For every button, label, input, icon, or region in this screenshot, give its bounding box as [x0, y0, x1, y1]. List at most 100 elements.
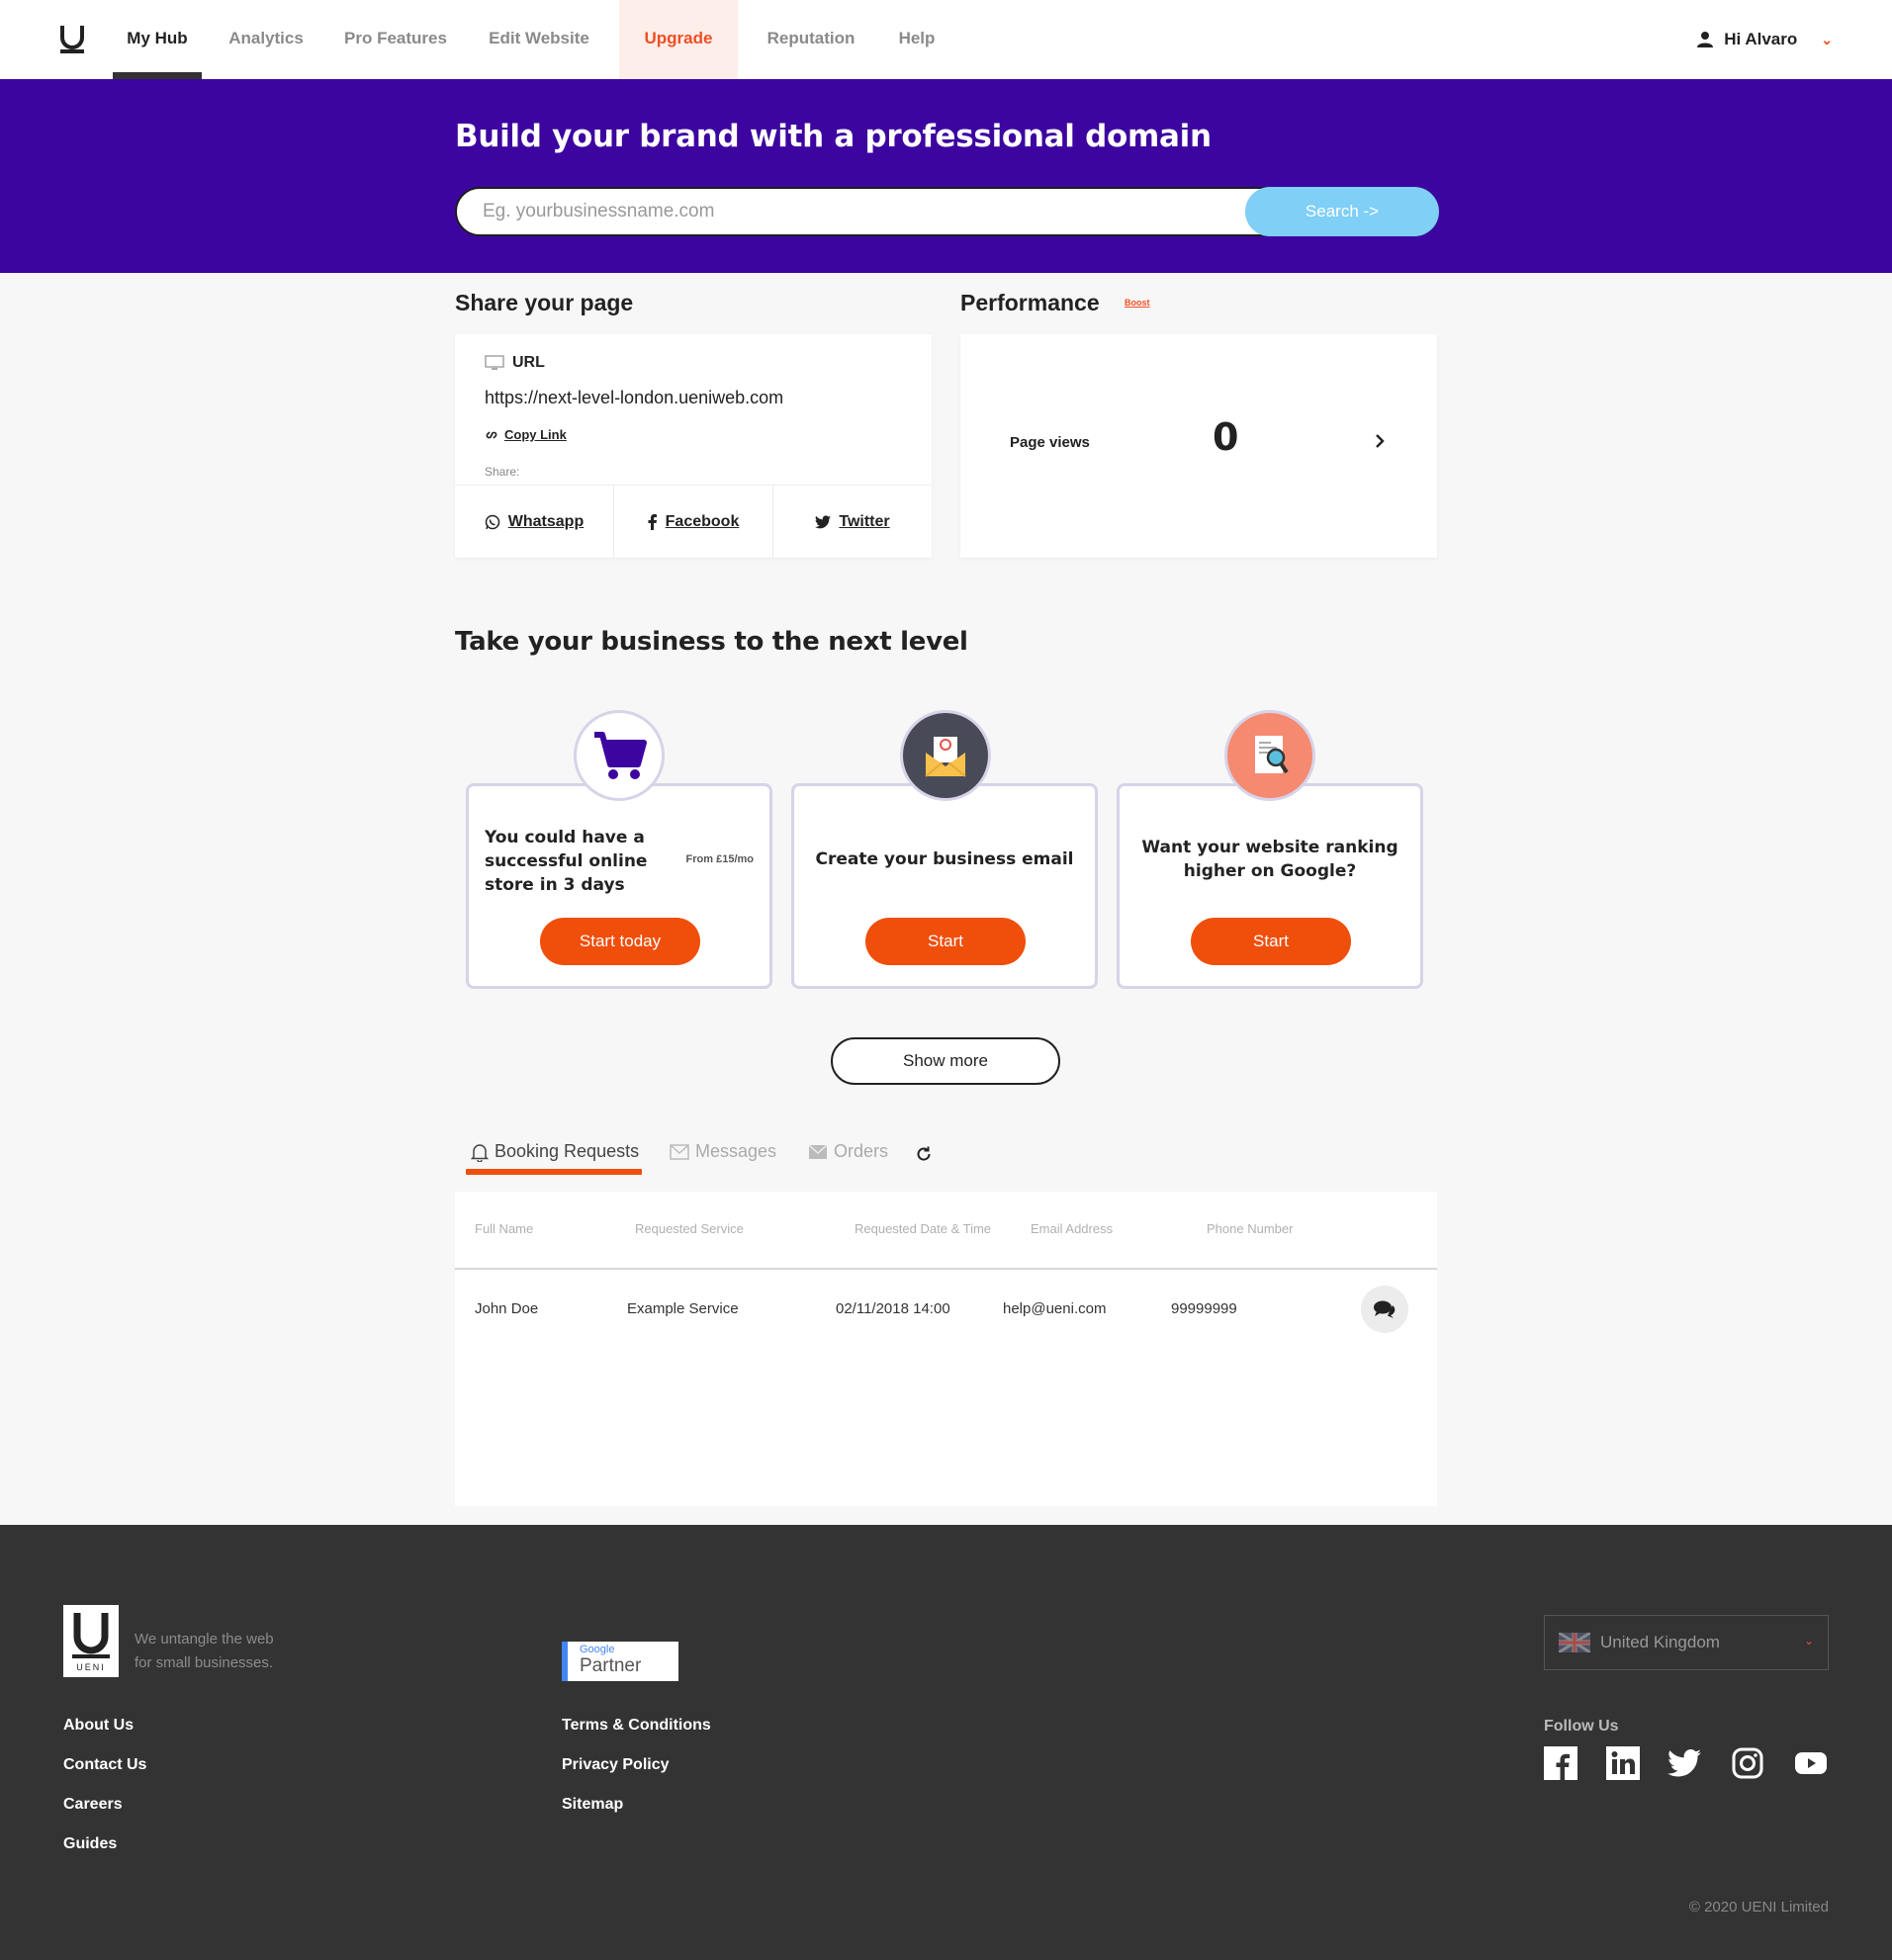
chevron-right-icon[interactable]: [1368, 429, 1392, 453]
uk-flag-icon: [1559, 1633, 1590, 1652]
boost-link[interactable]: Boost: [1125, 298, 1150, 308]
share-whatsapp-button[interactable]: Whatsapp: [455, 486, 614, 558]
monitor-icon: [485, 355, 504, 370]
footer-link-terms[interactable]: Terms & Conditions: [562, 1717, 711, 1735]
twitter-icon: [815, 514, 832, 528]
copyright: © 2020 UENI Limited: [1688, 1899, 1829, 1915]
nav-pro-features[interactable]: Pro Features: [332, 0, 459, 79]
footer-link-sitemap[interactable]: Sitemap: [562, 1796, 623, 1814]
column-header: Phone Number: [1207, 1221, 1294, 1236]
user-icon: [1697, 32, 1714, 47]
nav-reputation[interactable]: Reputation: [756, 0, 866, 79]
promo-text: You could have a successful online store…: [485, 828, 648, 895]
share-label: Share:: [485, 465, 520, 479]
footer-link-guides[interactable]: Guides: [63, 1835, 117, 1853]
show-more-button[interactable]: Show more: [831, 1037, 1060, 1085]
chevron-down-icon: ⌄: [1803, 1634, 1814, 1648]
url-label-row: URL: [485, 354, 545, 372]
chevron-down-icon: ⌄: [1821, 31, 1833, 47]
footer-link-privacy[interactable]: Privacy Policy: [562, 1756, 670, 1774]
tab-booking-label: Booking Requests: [495, 1141, 640, 1161]
footer-link-about[interactable]: About Us: [63, 1717, 134, 1735]
table-divider: [455, 1268, 1437, 1270]
footer-logo-text: UENI: [76, 1662, 106, 1672]
footer: UENI We untangle the web for small busin…: [0, 1525, 1892, 1960]
promo-card-business-email: Create your business email Start: [791, 783, 1098, 989]
footer-tagline: We untangle the web for small businesses…: [135, 1628, 274, 1675]
footer-link-careers[interactable]: Careers: [63, 1796, 123, 1814]
next-level-heading: Take your business to the next level: [455, 627, 968, 657]
email-envelope-icon: [900, 710, 991, 801]
page-views-value: 0: [1213, 415, 1239, 459]
start-today-button[interactable]: Start today: [540, 918, 700, 965]
active-tab-indicator: [466, 1169, 642, 1175]
instagram-icon[interactable]: [1731, 1746, 1764, 1780]
tab-booking-requests[interactable]: Booking Requests: [471, 1141, 639, 1162]
column-header: Full Name: [475, 1221, 534, 1236]
footer-tagline-line: for small businesses.: [135, 1654, 274, 1671]
share-facebook-button[interactable]: Facebook: [614, 486, 773, 558]
nav-upgrade[interactable]: Upgrade: [619, 0, 738, 79]
google-badge-small: Google: [580, 1644, 615, 1655]
share-heading: Share your page: [455, 290, 634, 315]
domain-search-banner: Build your brand with a professional dom…: [0, 79, 1892, 273]
domain-search-button[interactable]: Search ->: [1245, 187, 1439, 236]
column-header: Requested Service: [635, 1221, 744, 1236]
page-url: https://next-level-london.ueniweb.com: [485, 388, 784, 407]
copy-link-button[interactable]: Copy Link: [485, 427, 567, 442]
ueni-logo-icon[interactable]: [59, 24, 85, 53]
start-seo-button[interactable]: Start: [1191, 918, 1351, 965]
tab-orders[interactable]: Orders: [808, 1141, 888, 1162]
column-header: Requested Date & Time: [855, 1221, 992, 1236]
start-email-button[interactable]: Start: [865, 918, 1026, 965]
promo-price: From £15/mo: [685, 853, 754, 865]
page-views-label: Page views: [1010, 434, 1090, 451]
domain-search-box: Search ->: [455, 187, 1439, 236]
facebook-icon: [648, 513, 657, 530]
tab-messages-label: Messages: [695, 1141, 777, 1161]
whatsapp-label: Whatsapp: [507, 512, 585, 530]
cell-phone: 99999999: [1171, 1300, 1237, 1317]
nav-my-hub[interactable]: My Hub: [113, 0, 202, 79]
promo-text: Want your website ranking higher on Goog…: [1141, 838, 1398, 881]
promo-card-online-store: You could have a successful online store…: [466, 783, 772, 989]
domain-search-input[interactable]: [483, 189, 1254, 234]
promo-card-seo: Want your website ranking higher on Goog…: [1117, 783, 1423, 989]
tab-messages[interactable]: Messages: [670, 1141, 776, 1162]
copy-link-label: Copy Link: [504, 427, 567, 442]
country-selector[interactable]: United Kingdom ⌄: [1544, 1615, 1829, 1670]
envelope-icon: [670, 1143, 689, 1160]
user-menu[interactable]: Hi Alvaro ⌄: [1696, 0, 1833, 79]
performance-heading: Performance: [960, 290, 1100, 315]
nav-edit-website[interactable]: Edit Website: [475, 0, 603, 79]
shopping-cart-icon: [574, 710, 665, 801]
facebook-label: Facebook: [665, 512, 740, 530]
footer-tagline-line: We untangle the web: [135, 1631, 274, 1648]
country-label: United Kingdom: [1600, 1633, 1720, 1651]
cell-date-time: 02/11/2018 14:00: [836, 1300, 950, 1317]
facebook-icon[interactable]: [1544, 1746, 1577, 1780]
youtube-icon[interactable]: [1794, 1746, 1828, 1780]
linkedin-icon[interactable]: [1606, 1746, 1640, 1780]
nav-analytics[interactable]: Analytics: [218, 0, 315, 79]
nav-help[interactable]: Help: [884, 0, 949, 79]
footer-logo[interactable]: UENI: [63, 1605, 119, 1677]
share-card: URL https://next-level-london.ueniweb.co…: [455, 334, 932, 558]
google-partner-badge[interactable]: Google Partner: [562, 1642, 678, 1681]
booking-requests-table: Full Name Requested Service Requested Da…: [455, 1192, 1437, 1506]
envelope-filled-icon: [808, 1143, 828, 1159]
google-badge-partner: Partner: [580, 1655, 642, 1676]
hero-title: Build your brand with a professional dom…: [455, 119, 1212, 154]
twitter-label: Twitter: [839, 512, 890, 530]
message-customer-button[interactable]: [1361, 1286, 1408, 1333]
footer-link-contact[interactable]: Contact Us: [63, 1756, 146, 1774]
link-icon: [486, 430, 497, 439]
refresh-icon[interactable]: [915, 1145, 933, 1163]
performance-card[interactable]: Page views 0: [960, 334, 1437, 558]
user-greeting: Hi Alvaro: [1724, 30, 1798, 48]
whatsapp-icon: [485, 514, 500, 529]
share-buttons: Whatsapp Facebook Twitter: [455, 485, 932, 558]
twitter-icon[interactable]: [1667, 1746, 1701, 1780]
promo-text: Create your business email: [815, 849, 1074, 869]
share-twitter-button[interactable]: Twitter: [773, 486, 932, 558]
